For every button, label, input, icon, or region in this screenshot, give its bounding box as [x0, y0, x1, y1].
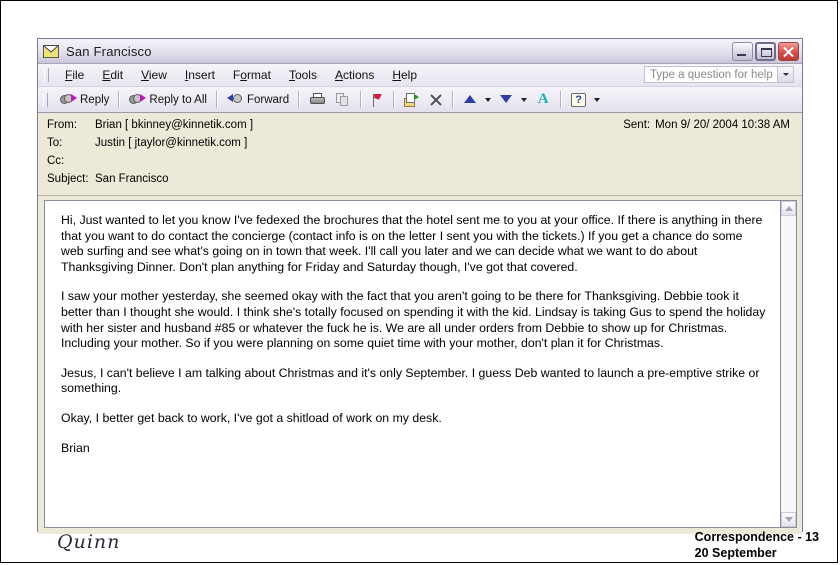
correspondence-footer: Correspondence - 13 20 September [695, 529, 819, 561]
sent-value: Mon 9/ 20/ 2004 10:38 AM [655, 119, 790, 131]
from-value: Brian [ bkinney@kinnetik.com ] [95, 119, 254, 131]
window-title: San Francisco [66, 43, 152, 59]
copy-icon [336, 92, 351, 107]
sent-label: Sent: [623, 119, 651, 131]
toolbar-separator [560, 91, 563, 108]
reply-button[interactable]: Reply [55, 91, 114, 108]
forward-icon [226, 92, 244, 107]
menu-item-insert[interactable]: Insert [176, 66, 224, 84]
previous-item-button[interactable] [458, 92, 482, 107]
body-paragraph: Jesus, I can't believe I am talking abou… [61, 365, 760, 396]
delete-button[interactable] [424, 92, 448, 108]
header-row-to: To: Justin [ jtaylor@kinnetik.com ] [38, 137, 802, 155]
autoformat-button[interactable]: A [530, 91, 556, 108]
menu-gripper[interactable] [44, 68, 49, 82]
forward-label: Forward [246, 93, 290, 106]
scroll-up-button[interactable] [781, 201, 796, 216]
body-paragraph: I saw your mother yesterday, she seemed … [61, 289, 766, 351]
window-controls [732, 41, 799, 61]
menu-bar: File Edit View Insert Format Tools Actio… [38, 64, 802, 87]
message-body-area: Hi, Just wanted to let you know I've fed… [38, 196, 802, 534]
toolbar-separator [215, 91, 218, 108]
handwritten-signature: Quinn [57, 531, 121, 553]
to-label: To: [47, 137, 63, 149]
cc-label: Cc: [47, 155, 65, 167]
reply-all-icon [129, 92, 147, 107]
printer-icon [309, 92, 326, 107]
menu-item-format[interactable]: Format [224, 66, 280, 84]
arrow-down-icon [499, 93, 513, 106]
menu-item-view[interactable]: View [132, 66, 176, 84]
flag-icon [371, 93, 384, 107]
help-dropdown-button[interactable] [777, 67, 793, 82]
header-row-subject: Subject: San Francisco [38, 173, 802, 191]
scroll-down-button[interactable] [781, 512, 796, 527]
page-canvas: San Francisco File Edit View Insert Form… [0, 0, 838, 563]
body-paragraph: Hi, Just wanted to let you know I've fed… [61, 213, 763, 274]
autoformat-icon: A [537, 91, 549, 107]
message-body-text[interactable]: Hi, Just wanted to let you know I've fed… [44, 200, 780, 528]
sent-line: Sent: Mon 9/ 20/ 2004 10:38 AM [623, 119, 790, 131]
envelope-icon [43, 44, 59, 58]
correspondence-date: 20 September [694, 546, 777, 560]
message-headers: Sent: Mon 9/ 20/ 2004 10:38 AM From: Bria… [38, 113, 802, 196]
help-question-box[interactable]: Type a question for help [644, 66, 794, 83]
menu-item-actions[interactable]: Actions [326, 66, 383, 84]
header-row-cc: Cc: [38, 155, 802, 173]
forward-button[interactable]: Forward [222, 91, 294, 108]
move-to-folder-icon [404, 92, 420, 107]
body-scrollbar[interactable] [780, 200, 797, 528]
menu-item-file[interactable]: File [56, 66, 93, 84]
toolbar-separator [298, 91, 301, 108]
toolbar-separator [360, 91, 363, 108]
move-to-folder-button[interactable] [399, 92, 424, 108]
correspondence-number: Correspondence - 13 [694, 530, 819, 544]
previous-dropdown-icon[interactable] [485, 97, 492, 102]
body-paragraph: Brian [61, 440, 90, 455]
help-dropdown-icon[interactable] [594, 97, 601, 102]
reply-icon [60, 92, 77, 107]
minimize-button[interactable] [732, 41, 753, 61]
menu-item-tools[interactable]: Tools [280, 66, 326, 84]
subject-label: Subject: [47, 173, 89, 185]
next-dropdown-icon[interactable] [521, 97, 528, 102]
help-icon: ? [571, 92, 587, 107]
body-paragraph: Okay, I better get back to work, I've go… [61, 410, 442, 425]
toolbar: Reply Reply to All Forward A ? [38, 87, 802, 113]
delete-icon [429, 93, 443, 107]
from-label: From: [47, 119, 78, 131]
print-button[interactable] [304, 92, 331, 108]
maximize-button[interactable] [755, 41, 776, 61]
copy-button[interactable] [331, 92, 356, 108]
arrow-up-icon [463, 93, 477, 106]
help-question-placeholder: Type a question for help [650, 68, 773, 81]
toolbar-separator [452, 91, 455, 108]
reply-all-label: Reply to All [149, 93, 207, 106]
scroll-track[interactable] [781, 216, 796, 512]
title-bar[interactable]: San Francisco [38, 39, 802, 64]
reply-label: Reply [80, 93, 110, 106]
toolbar-gripper[interactable] [43, 92, 48, 107]
to-value: Justin [ jtaylor@kinnetik.com ] [95, 137, 248, 149]
reply-all-button[interactable]: Reply to All [124, 91, 212, 108]
flag-button[interactable] [366, 92, 389, 108]
menu-item-edit[interactable]: Edit [93, 66, 132, 84]
close-button[interactable] [778, 41, 799, 61]
toolbar-separator [393, 91, 396, 108]
toolbar-separator [118, 91, 121, 108]
help-button[interactable]: ? [566, 92, 591, 108]
subject-value: San Francisco [95, 173, 169, 185]
outlook-message-window: San Francisco File Edit View Insert Form… [37, 38, 803, 534]
next-item-button[interactable] [494, 92, 518, 107]
menu-item-help[interactable]: Help [383, 66, 426, 84]
